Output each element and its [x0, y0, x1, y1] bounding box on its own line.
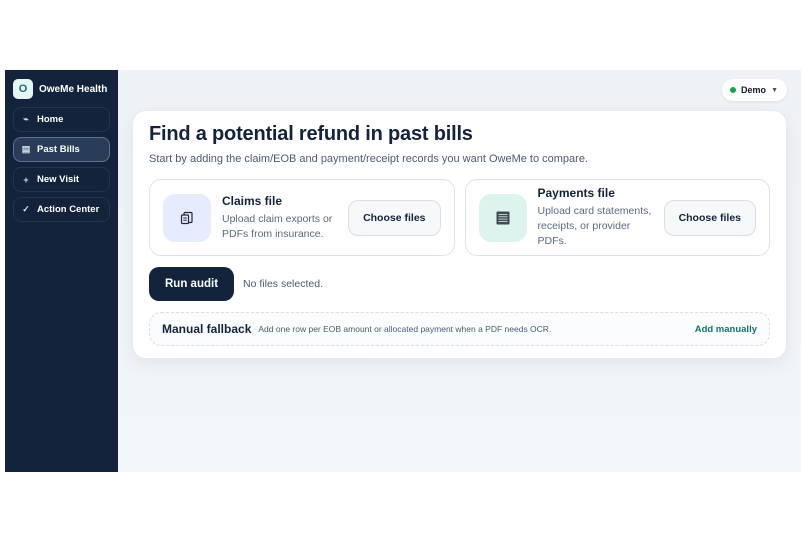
payments-file-text: Payments file Upload card statements, re…	[538, 186, 656, 249]
brand-name: OweMe Health	[39, 83, 108, 95]
upload-card: Find a potential refund in past bills St…	[132, 110, 787, 359]
bills-icon: ▤	[21, 144, 31, 154]
claims-file-title: Claims file	[222, 193, 283, 208]
manual-fallback-bar: Manual fallback Add one row per EOB amou…	[149, 312, 770, 346]
pulse-icon: ⌁	[23, 114, 29, 124]
payments-file-title: Payments file	[537, 186, 615, 200]
run-audit-row: Run audit No files selected.	[149, 267, 770, 301]
payments-file-description: Upload card statements, receipts, or pro…	[537, 205, 652, 247]
add-manually-link[interactable]: Add manually	[695, 324, 757, 335]
page-title: Find a potential refund in past bills	[149, 123, 473, 145]
sidebar-item-label: Action Center	[37, 204, 100, 215]
payments-file-box: Payments file Upload card statements, re…	[464, 179, 770, 256]
chevron-down-icon: ▼	[771, 86, 778, 94]
claims-file-box: Claims file Upload claim exports or PDFs…	[149, 179, 455, 256]
file-inputs-row: Claims file Upload claim exports or PDFs…	[149, 179, 770, 256]
brand-logo: O	[13, 79, 33, 99]
app-shell: O OweMe Health ⌁ Home ▤ Past Bills + New…	[5, 70, 801, 472]
sidebar-item-label: Home	[37, 114, 64, 125]
sidebar-item-action-center[interactable]: ✓ Action Center	[13, 197, 110, 222]
sidebar-item-label: New Visit	[37, 174, 80, 185]
payments-choose-files-button[interactable]: Choose files	[663, 199, 756, 236]
manual-fallback-title: Manual fallback	[162, 322, 252, 336]
claims-file-text: Claims file Upload claim exports or PDFs…	[222, 194, 340, 242]
plus-icon: +	[23, 174, 29, 185]
check-icon: ✓	[22, 204, 30, 214]
user-menu-button[interactable]: Demo ▼	[722, 79, 787, 101]
brand[interactable]: O OweMe Health	[13, 78, 110, 100]
claims-choose-files-button[interactable]: Choose files	[348, 199, 441, 236]
manual-fallback-description: Add one row per EOB amount or allocated …	[258, 324, 552, 334]
sidebar-item-new-visit[interactable]: + New Visit	[13, 167, 110, 192]
receipt-icon	[478, 193, 527, 242]
sidebar-item-label: Past Bills	[37, 144, 80, 155]
status-dot-icon	[730, 87, 737, 93]
sidebar-item-home[interactable]: ⌁ Home	[13, 107, 110, 132]
sidebar: O OweMe Health ⌁ Home ▤ Past Bills + New…	[5, 70, 118, 472]
run-audit-button[interactable]: Run audit	[149, 267, 235, 301]
sidebar-item-past-bills[interactable]: ▤ Past Bills	[13, 137, 110, 162]
page-subtitle: Start by adding the claim/EOB and paymen…	[149, 153, 588, 165]
main-content: Demo ▼ Find a potential refund in past b…	[118, 70, 801, 472]
document-icon	[163, 193, 211, 242]
file-status-text: No files selected.	[243, 278, 323, 290]
claims-file-description: Upload claim exports or PDFs from insura…	[222, 212, 333, 240]
user-label: Demo	[741, 85, 767, 95]
